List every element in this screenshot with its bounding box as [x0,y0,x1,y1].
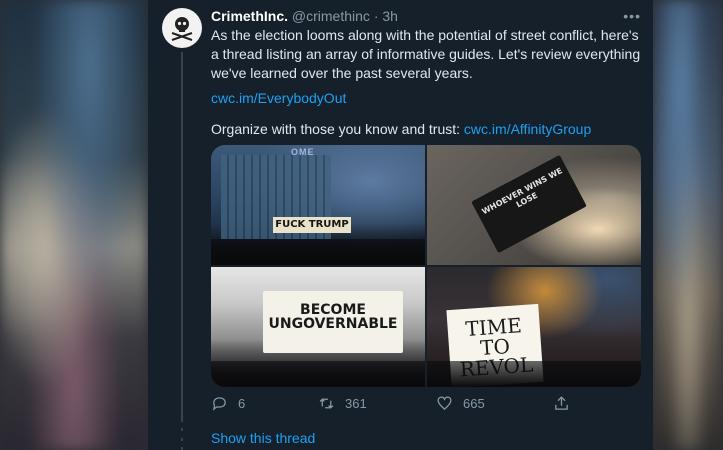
whoever-wins-banner: WHOEVER WINS WE LOSE [471,154,587,254]
media-grid: OME FUCK TRUMP WHOEVER WINS WE LOSE BECO… [211,145,641,387]
tweet-text-organize: Organize with those you know and trust: … [211,120,591,139]
reply-count: 6 [238,396,246,411]
tweet-time[interactable]: 3h [382,8,398,24]
thread-connector-dots [179,428,185,450]
link-affinity-group[interactable]: cwc.im/AffinityGroup [464,121,591,137]
author-name[interactable]: CrimethInc. [211,8,288,24]
photo-time-to-revolt[interactable]: TIME TO REVOL [427,267,641,387]
more-horizontal-icon[interactable]: ••• [623,7,641,25]
like-button[interactable]: 665 [436,395,485,412]
separator-dot: · [373,8,379,24]
link-everybody-out[interactable]: cwc.im/EverybodyOut [211,89,346,108]
become-ungovernable-banner: BECOME UNGOVERNABLE [263,291,403,353]
retweet-button[interactable]: 361 [318,395,367,412]
fuck-trump-banner: FUCK TRUMP [273,217,351,233]
blurred-background-left [0,0,148,450]
dome-sign: OME [291,147,315,157]
blurred-background-right [653,0,723,450]
photo-building-protest[interactable]: OME FUCK TRUMP [211,145,425,265]
crowd-silhouette [211,239,425,265]
retweet-icon [319,398,334,409]
photo-banner-street[interactable]: WHOEVER WINS WE LOSE [427,145,641,265]
share-icon [555,396,568,410]
thread-connector-line [181,52,183,422]
avatar[interactable] [162,8,202,48]
tweet-text: As the election looms along with the pot… [211,27,641,81]
share-button[interactable] [553,395,570,412]
like-count: 665 [463,396,485,411]
heart-icon [437,396,452,411]
tweet-actions: 6 361 665 [211,395,641,415]
tweet-panel: CrimethInc. @crimethinc · 3h ••• As the … [148,0,653,450]
reply-button[interactable]: 6 [211,395,245,412]
photo-become-ungovernable[interactable]: BECOME UNGOVERNABLE [211,267,425,387]
tweet-header: CrimethInc. @crimethinc · 3h ••• [211,7,641,25]
link-everybody-out-text[interactable]: cwc.im/EverybodyOut [211,90,346,106]
organize-text: Organize with those you know and trust: [211,121,464,137]
show-thread-link[interactable]: Show this thread [211,430,315,446]
skull-logo-icon [171,17,193,41]
retweet-count: 361 [345,396,367,411]
crowd-silhouette [211,361,425,387]
author-handle[interactable]: @crimethinc [292,8,370,24]
reply-icon [212,397,226,411]
crowd-silhouette [427,361,641,387]
